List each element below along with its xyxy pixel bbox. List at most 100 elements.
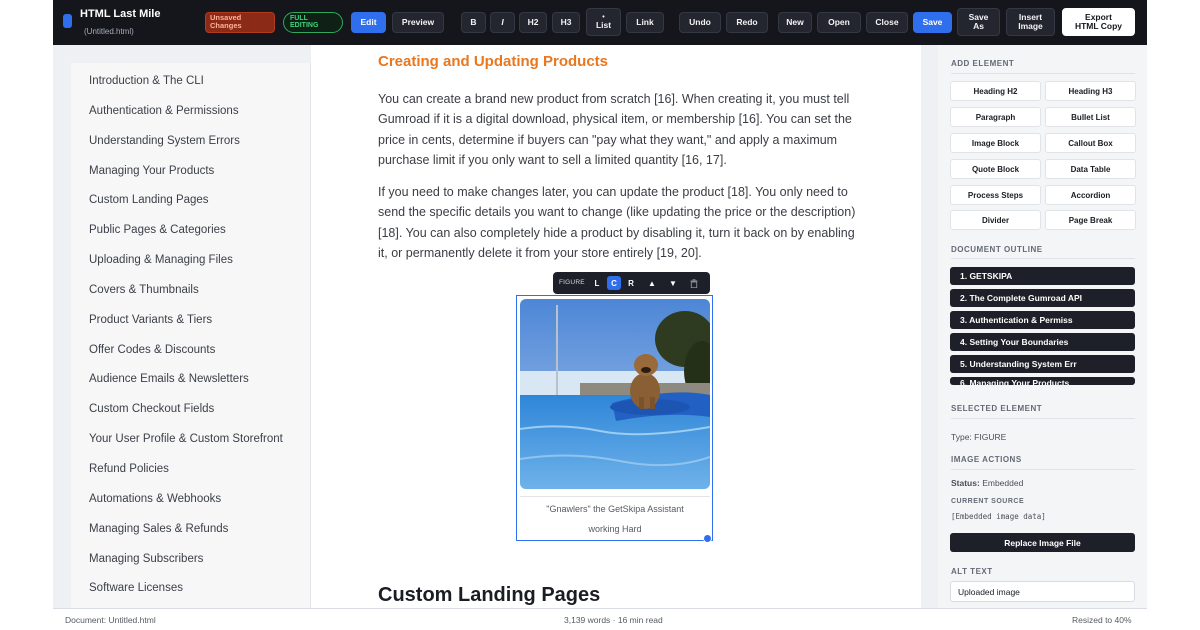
table-of-contents-nav: Introduction & The CLI Authentication & …	[71, 63, 311, 608]
bold-button[interactable]: B	[461, 12, 486, 33]
figure-toolbar: FIGURE L C R ▲ ▼	[553, 272, 710, 294]
replace-image-file-button[interactable]: Replace Image File	[950, 533, 1135, 552]
add-heading-h3-button[interactable]: Heading H3	[1045, 81, 1136, 101]
outline-item[interactable]: 1. GETSKIPA	[950, 267, 1135, 285]
current-source-title: CURRENT SOURCE	[951, 498, 1025, 505]
photo-illustration	[520, 299, 710, 489]
add-divider-button[interactable]: Divider	[950, 210, 1041, 230]
save-as-button[interactable]: Save As	[957, 8, 1000, 36]
nav-item-software-licenses[interactable]: Software Licenses	[89, 582, 183, 594]
edit-button[interactable]: Edit	[351, 12, 386, 33]
outline-item[interactable]: 6. Managing Your Products	[950, 377, 1135, 385]
unsaved-changes-badge: Unsaved Changes	[205, 12, 275, 33]
delete-figure-button[interactable]	[687, 276, 701, 290]
align-center-button[interactable]: C	[607, 276, 621, 290]
add-page-break-button[interactable]: Page Break	[1045, 210, 1136, 230]
nav-item-covers-thumbnails[interactable]: Covers & Thumbnails	[89, 284, 199, 296]
add-data-table-button[interactable]: Data Table	[1045, 159, 1136, 179]
add-heading-h2-button[interactable]: Heading H2	[950, 81, 1041, 101]
divider	[951, 73, 1135, 74]
nav-item-public-pages[interactable]: Public Pages & Categories	[89, 224, 226, 236]
add-paragraph-button[interactable]: Paragraph	[950, 107, 1041, 127]
selected-element-title: SELECTED ELEMENT	[951, 404, 1043, 413]
full-editing-badge: FULL EDITING	[283, 12, 343, 33]
trash-icon	[690, 278, 698, 288]
nav-item-product-variants[interactable]: Product Variants & Tiers	[89, 314, 212, 326]
nav-item-managing-sales[interactable]: Managing Sales & Refunds	[89, 523, 228, 535]
add-element-title: ADD ELEMENT	[951, 59, 1015, 68]
nav-item-introduction[interactable]: Introduction & The CLI	[89, 75, 204, 87]
add-process-steps-button[interactable]: Process Steps	[950, 185, 1041, 205]
divider	[951, 258, 1135, 259]
add-image-block-button[interactable]: Image Block	[950, 133, 1041, 153]
nav-item-refund-policies[interactable]: Refund Policies	[89, 463, 169, 475]
nav-item-checkout-fields[interactable]: Custom Checkout Fields	[89, 403, 214, 415]
image-status-label: Status:	[951, 478, 980, 488]
divider	[951, 469, 1135, 470]
list-button-label: List	[595, 20, 612, 31]
nav-item-custom-landing-pages[interactable]: Custom Landing Pages	[89, 194, 209, 206]
divider	[951, 418, 1135, 419]
nav-item-audience-emails[interactable]: Audience Emails & Newsletters	[89, 373, 249, 385]
nav-item-authentication[interactable]: Authentication & Permissions	[89, 105, 239, 117]
nav-item-managing-subscribers[interactable]: Managing Subscribers	[89, 553, 203, 565]
h2-button[interactable]: H2	[519, 12, 547, 33]
document-outline-title: DOCUMENT OUTLINE	[951, 245, 1043, 254]
export-html-copy-button[interactable]: Export HTML Copy	[1062, 8, 1135, 36]
align-right-button[interactable]: R	[624, 276, 638, 290]
close-button[interactable]: Close	[866, 12, 908, 33]
image-status-value: Embedded	[982, 478, 1024, 488]
alt-text-input[interactable]: Uploaded image	[950, 581, 1135, 602]
dog-on-pool-float-image[interactable]	[520, 299, 710, 489]
next-section-heading[interactable]: Custom Landing Pages	[378, 584, 600, 607]
save-button[interactable]: Save	[913, 12, 952, 33]
italic-button[interactable]: I	[490, 12, 515, 33]
figure-block[interactable]: "Gnawlers" the GetSkipa Assistant workin…	[516, 295, 713, 541]
insert-image-label-2: Image	[1018, 21, 1043, 31]
nav-item-offer-codes[interactable]: Offer Codes & Discounts	[89, 344, 215, 356]
figure-toolbar-label: FIGURE	[559, 279, 585, 286]
app-logo-icon	[63, 14, 72, 28]
paragraph-update-product[interactable]: If you need to make changes later, you c…	[378, 182, 858, 263]
top-toolbar: HTML Last Mile (Untitled.html) Unsaved C…	[53, 0, 1147, 45]
file-name: (Untitled.html)	[84, 27, 134, 36]
insert-image-button[interactable]: Insert Image	[1006, 8, 1055, 36]
link-button[interactable]: Link	[626, 12, 664, 33]
outline-item[interactable]: 4. Setting Your Boundaries	[950, 333, 1135, 351]
nav-item-system-errors[interactable]: Understanding System Errors	[89, 135, 240, 147]
nav-item-managing-products[interactable]: Managing Your Products	[89, 165, 214, 177]
undo-button[interactable]: Undo	[679, 12, 721, 33]
add-bullet-list-button[interactable]: Bullet List	[1045, 107, 1136, 127]
new-button[interactable]: New	[778, 12, 812, 33]
nav-item-user-profile[interactable]: Your User Profile & Custom Storefront	[89, 433, 283, 445]
current-source-value: [Embedded image data]	[951, 512, 1046, 521]
add-callout-box-button[interactable]: Callout Box	[1045, 133, 1136, 153]
move-down-button[interactable]: ▼	[666, 276, 680, 290]
paragraph-create-product[interactable]: You can create a brand new product from …	[378, 89, 858, 170]
nav-item-automations[interactable]: Automations & Webhooks	[89, 493, 221, 505]
status-word-count: 3,139 words · 16 min read	[564, 615, 663, 625]
document-canvas[interactable]: Creating and Updating Products You can c…	[311, 45, 921, 608]
image-actions-title: IMAGE ACTIONS	[951, 455, 1022, 464]
section-heading[interactable]: Creating and Updating Products	[378, 53, 608, 70]
list-button[interactable]: • List	[586, 8, 621, 36]
status-resize: Resized to 40%	[1072, 615, 1132, 625]
align-left-button[interactable]: L	[590, 276, 604, 290]
add-accordion-button[interactable]: Accordion	[1045, 185, 1136, 205]
nav-item-uploading-files[interactable]: Uploading & Managing Files	[89, 254, 233, 266]
resize-handle[interactable]	[703, 534, 712, 543]
open-button[interactable]: Open	[817, 12, 861, 33]
app-title: HTML Last Mile	[80, 8, 161, 20]
redo-button[interactable]: Redo	[726, 12, 768, 33]
add-quote-block-button[interactable]: Quote Block	[950, 159, 1041, 179]
outline-item[interactable]: 2. The Complete Gumroad API	[950, 289, 1135, 307]
h3-button[interactable]: H3	[552, 12, 580, 33]
export-label-2: HTML Copy	[1074, 21, 1123, 31]
preview-button[interactable]: Preview	[392, 12, 444, 33]
alt-text-title: ALT TEXT	[951, 567, 993, 576]
figure-caption[interactable]: "Gnawlers" the GetSkipa Assistant workin…	[520, 496, 710, 539]
move-up-button[interactable]: ▲	[645, 276, 659, 290]
outline-item[interactable]: 3. Authentication & Permiss	[950, 311, 1135, 329]
outline-item[interactable]: 5. Understanding System Err	[950, 355, 1135, 373]
inspector-panel: ADD ELEMENT Heading H2 Heading H3 Paragr…	[938, 45, 1147, 608]
